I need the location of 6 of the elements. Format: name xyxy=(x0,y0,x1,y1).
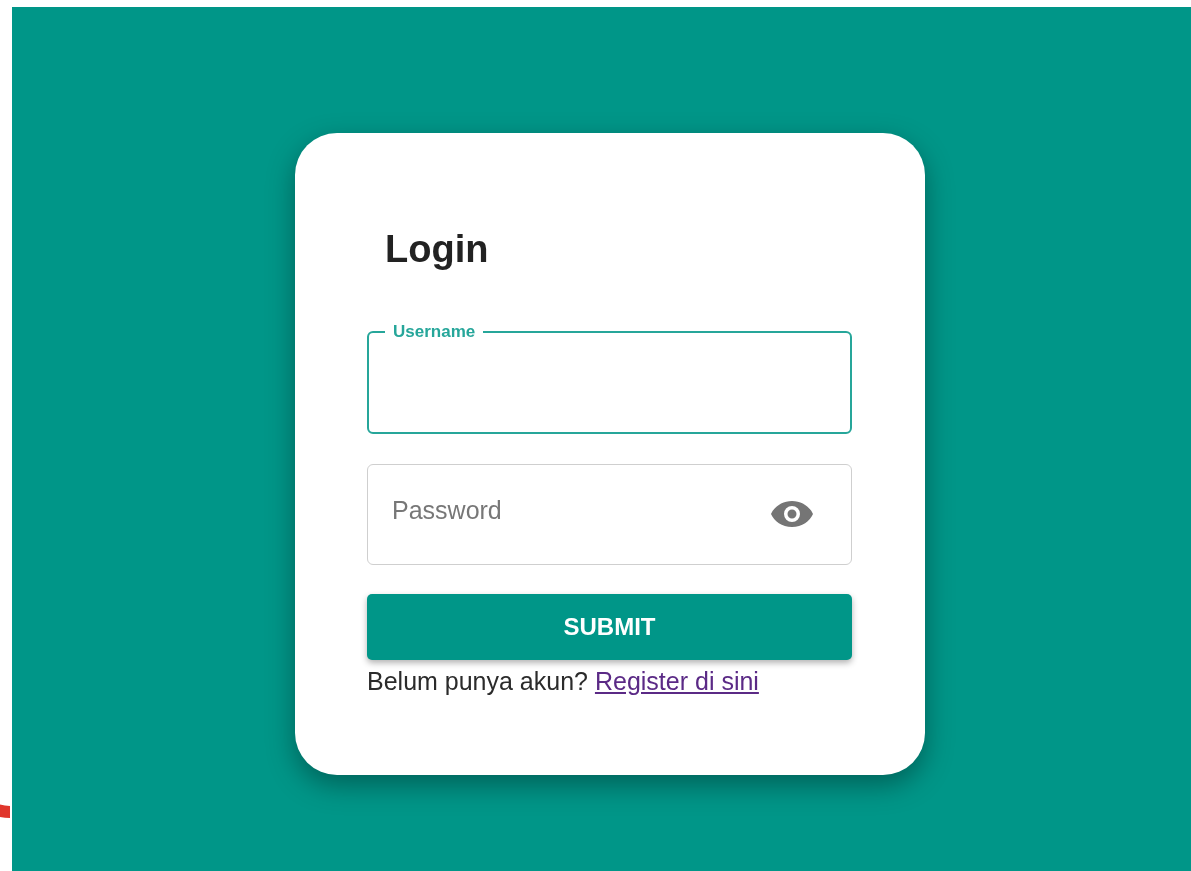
register-link[interactable]: Register di sini xyxy=(594,667,759,695)
password-field[interactable]: Password xyxy=(367,464,852,565)
register-prompt: Belum punya akun? Register di sini xyxy=(367,666,759,696)
login-title: Login xyxy=(385,227,489,272)
eye-icon[interactable] xyxy=(770,499,814,529)
submit-button[interactable]: SUBMIT xyxy=(367,594,852,660)
